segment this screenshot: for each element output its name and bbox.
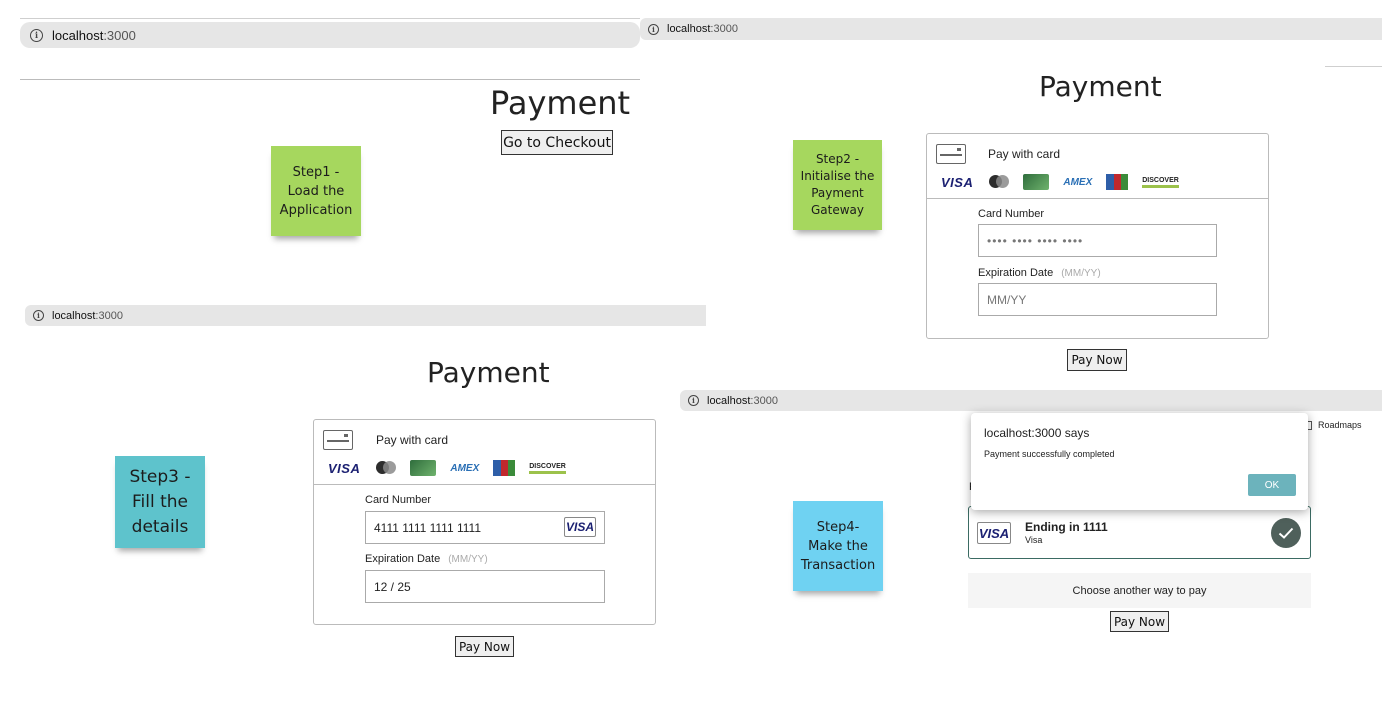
pay-now-button[interactable]: Pay Now — [1067, 349, 1127, 371]
expiration-date-input[interactable]: 12 / 25 — [365, 570, 605, 603]
pay-with-card-label: Pay with card — [988, 147, 1061, 161]
url-host: localhost — [52, 27, 104, 43]
page-title: Payment — [490, 84, 631, 122]
visa-icon: VISA — [941, 174, 974, 190]
card-number-input[interactable]: •••• •••• •••• •••• — [978, 224, 1217, 257]
payment-card-form: Pay with card VISA AMEX DISCOVER Card Nu… — [926, 133, 1269, 339]
discover-icon: DISCOVER — [529, 463, 566, 474]
url-port: :3000 — [103, 27, 136, 43]
step2-note-text: Step2 - Initialise the Payment Gateway — [800, 152, 875, 217]
mastercard-icon — [374, 461, 397, 475]
pay-now-button[interactable]: Pay Now — [455, 636, 514, 657]
step3-sticky-note: Step3 - Fill the details — [115, 456, 205, 548]
credit-card-icon — [323, 430, 353, 450]
check-icon — [1271, 518, 1301, 548]
step1-note-text: Step1 - Load the Application — [279, 164, 353, 218]
expiration-hint: (MM/YY) — [448, 554, 488, 565]
url-host: localhost — [707, 394, 751, 407]
ok-button[interactable]: OK — [1248, 474, 1296, 496]
divider — [927, 198, 1268, 199]
amex-icon: AMEX — [450, 462, 480, 474]
bookmark-label: Roadmaps — [1318, 420, 1362, 430]
expiration-hint: (MM/YY) — [1061, 268, 1101, 279]
info-icon[interactable]: i — [30, 28, 43, 42]
expiration-label-text: Expiration Date — [365, 553, 441, 565]
url-host: localhost — [52, 309, 96, 322]
url-text: localhost:3000 — [667, 23, 738, 35]
expiration-date-label: Expiration Date (MM/YY) — [365, 553, 488, 565]
expiration-date-label: Expiration Date (MM/YY) — [978, 267, 1101, 279]
url-text: localhost:3000 — [52, 310, 123, 322]
url-port: :3000 — [750, 394, 778, 407]
page-title: Payment — [427, 356, 550, 389]
payment-card-form: Pay with card VISA AMEX DISCOVER Card Nu… — [313, 419, 656, 625]
url-text: localhost:3000 — [707, 395, 778, 407]
card-logos: VISA AMEX DISCOVER — [941, 174, 1193, 190]
dialog-message: Payment successfully completed — [984, 449, 1115, 459]
url-text: localhost:3000 — [52, 28, 136, 43]
expiration-label-text: Expiration Date — [978, 267, 1054, 279]
selected-card-option[interactable]: VISA Ending in 1111 Visa — [968, 506, 1311, 559]
choose-another-way-text: Choose another way to pay — [1072, 584, 1207, 597]
card-number-value: 4111 1111 1111 1111 — [374, 520, 481, 535]
page-title: Payment — [1039, 70, 1162, 103]
card-number-placeholder: •••• •••• •••• •••• — [987, 233, 1084, 248]
pay-with-card-label: Pay with card — [376, 433, 449, 447]
address-bar[interactable]: i localhost:3000 — [680, 390, 1382, 411]
amex-card-icon — [410, 460, 437, 476]
step4-sticky-note: Step4- Make the Transaction — [793, 501, 883, 591]
expiration-date-input[interactable]: MM/YY — [978, 283, 1217, 316]
card-ending-text: Ending in 1111 — [1025, 520, 1108, 534]
amex-icon: AMEX — [1063, 176, 1093, 188]
card-number-label: Card Number — [978, 208, 1045, 220]
step4-note-text: Step4- Make the Transaction — [800, 519, 876, 573]
expiration-value: 12 / 25 — [374, 579, 411, 594]
step2-sticky-note: Step2 - Initialise the Payment Gateway — [793, 140, 882, 230]
divider — [20, 18, 640, 19]
info-icon[interactable]: i — [648, 23, 659, 35]
bookmark-roadmaps[interactable]: Roadmaps — [1305, 420, 1362, 430]
expiration-placeholder: MM/YY — [987, 292, 1027, 307]
jcb-icon — [1106, 174, 1129, 190]
divider — [20, 79, 640, 80]
url-host: localhost — [667, 23, 711, 35]
go-to-checkout-button[interactable]: Go to Checkout — [501, 130, 613, 155]
url-port: :3000 — [95, 309, 123, 322]
step1-sticky-note: Step1 - Load the Application — [271, 146, 361, 236]
jcb-icon — [493, 460, 516, 476]
dialog-title: localhost:3000 says — [984, 426, 1090, 440]
divider — [314, 484, 655, 485]
discover-icon: DISCOVER — [1142, 177, 1179, 188]
address-bar[interactable]: i localhost:3000 — [20, 22, 640, 48]
url-port: :3000 — [710, 23, 738, 35]
card-logos: VISA AMEX DISCOVER — [328, 460, 580, 476]
credit-card-icon — [936, 144, 966, 164]
amex-card-icon — [1023, 174, 1050, 190]
visa-icon: VISA — [977, 522, 1011, 544]
divider — [1325, 66, 1382, 67]
choose-another-way-link[interactable]: Choose another way to pay — [968, 573, 1311, 608]
visa-icon: VISA — [564, 517, 596, 537]
address-bar[interactable]: i localhost:3000 — [640, 18, 1382, 40]
address-bar[interactable]: i localhost:3000 — [25, 305, 706, 326]
card-number-label: Card Number — [365, 494, 432, 506]
mastercard-icon — [987, 175, 1010, 189]
pay-now-button[interactable]: Pay Now — [1110, 611, 1169, 632]
alert-dialog: localhost:3000 says Payment successfully… — [971, 413, 1308, 510]
info-icon[interactable]: i — [688, 395, 699, 406]
visa-icon: VISA — [328, 460, 361, 476]
card-type-text: Visa — [1025, 535, 1043, 545]
info-icon[interactable]: i — [33, 310, 44, 321]
step3-note-text: Step3 - Fill the details — [129, 466, 191, 537]
